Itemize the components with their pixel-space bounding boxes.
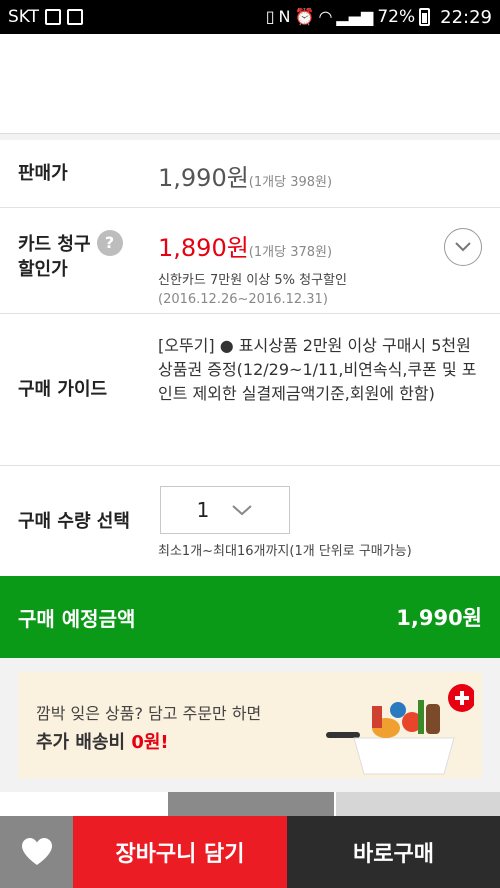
clock: 22:29 bbox=[440, 6, 492, 28]
status-bar: SKT ▯ N ⏰ ◠ ▂▄▆ 72% 22:29 bbox=[0, 0, 500, 34]
tab-right[interactable] bbox=[336, 792, 500, 816]
heart-icon bbox=[21, 838, 52, 865]
quantity-select[interactable]: 1 bbox=[160, 486, 290, 534]
vibrate-icon: ▯ bbox=[265, 7, 275, 26]
signal-icon: ▂▄▆ bbox=[336, 7, 374, 26]
chevron-down-icon bbox=[455, 242, 471, 252]
bottom-action-bar: 장바구니 담기 바로구매 bbox=[0, 816, 500, 888]
free-shipping-banner[interactable]: 깜박 잊은 상품? 담고 주문만 하면 추가 배송비 0원! bbox=[18, 672, 482, 778]
card-discount-period: (2016.12.26~2016.12.31) bbox=[158, 292, 328, 307]
expand-discount-button[interactable] bbox=[444, 228, 482, 266]
quantity-note: 최소1개~최대16개까지(1개 단위로 구매가능) bbox=[158, 544, 412, 559]
price-amount: 1,990원 bbox=[158, 164, 249, 192]
card-discount-label: 카드 청구? 할인가 bbox=[18, 230, 123, 282]
purchase-guide-label: 구매 가이드 bbox=[18, 379, 108, 400]
total-bar: 구매 예정금액 1,990원 bbox=[0, 576, 500, 658]
chevron-down-icon bbox=[232, 505, 253, 516]
price-row: 판매가 1,990원(1개당 398원) bbox=[0, 140, 500, 208]
card-discount-amount: 1,890원 bbox=[158, 234, 249, 262]
card-discount-label-line1: 카드 청구 bbox=[18, 234, 91, 256]
battery-percent: 72% bbox=[377, 7, 416, 27]
help-icon[interactable]: ? bbox=[96, 230, 123, 256]
nfc-icon: N bbox=[278, 7, 291, 26]
price-label: 판매가 bbox=[18, 163, 68, 184]
card-discount-unit: (1개당 378원) bbox=[248, 245, 333, 260]
quantity-row: 구매 수량 선택 1 최소1개~최대16개까지(1개 단위로 구매가능) bbox=[0, 466, 500, 578]
buy-now-button[interactable]: 바로구매 bbox=[287, 816, 500, 888]
grocery-basket-icon bbox=[326, 684, 474, 775]
carrier-label: SKT bbox=[8, 7, 40, 27]
card-discount-row: 카드 청구? 할인가 1,890원(1개당 378원) 신한카드 7만원 이상 … bbox=[0, 208, 500, 314]
card-discount-description: 신한카드 7만원 이상 5% 청구할인 bbox=[158, 273, 347, 288]
quantity-label: 구매 수량 선택 bbox=[18, 511, 130, 532]
card-discount-label-line2: 할인가 bbox=[18, 258, 68, 280]
purchase-info: 판매가 1,990원(1개당 398원) 카드 청구? 할인가 1,890원(1… bbox=[0, 140, 500, 578]
price-unit: (1개당 398원) bbox=[248, 175, 333, 190]
gallery-icon bbox=[67, 9, 84, 25]
banner-zero-won: 0원! bbox=[131, 732, 169, 753]
quantity-value: 1 bbox=[196, 498, 210, 522]
wifi-icon: ◠ bbox=[318, 7, 333, 26]
purchase-guide-text: [오뚜기] ● 표시상품 2만원 이상 구매시 5천원 상품권 증정(12/29… bbox=[158, 336, 477, 403]
price-value: 1,990원(1개당 398원) bbox=[158, 158, 332, 193]
total-amount: 1,990원 bbox=[396, 606, 482, 630]
total-label: 구매 예정금액 bbox=[18, 606, 136, 631]
wishlist-button[interactable] bbox=[0, 816, 73, 888]
banner-line2-prefix: 추가 배송비 bbox=[36, 732, 132, 753]
add-to-cart-button[interactable]: 장바구니 담기 bbox=[73, 816, 287, 888]
alarm-icon: ⏰ bbox=[294, 7, 315, 26]
product-header-area bbox=[0, 34, 500, 134]
banner-line2: 추가 배송비 0원! bbox=[36, 728, 169, 754]
tab-middle[interactable] bbox=[168, 792, 334, 816]
battery-icon bbox=[419, 8, 431, 26]
banner-line1: 깜박 잊은 상품? 담고 주문만 하면 bbox=[36, 704, 262, 723]
purchase-guide-row: 구매 가이드 [오뚜기] ● 표시상품 2만원 이상 구매시 5천원 상품권 증… bbox=[0, 314, 500, 466]
notification-icon bbox=[45, 9, 62, 25]
card-discount-value: 1,890원(1개당 378원) 신한카드 7만원 이상 5% 청구할인 (20… bbox=[158, 228, 347, 307]
